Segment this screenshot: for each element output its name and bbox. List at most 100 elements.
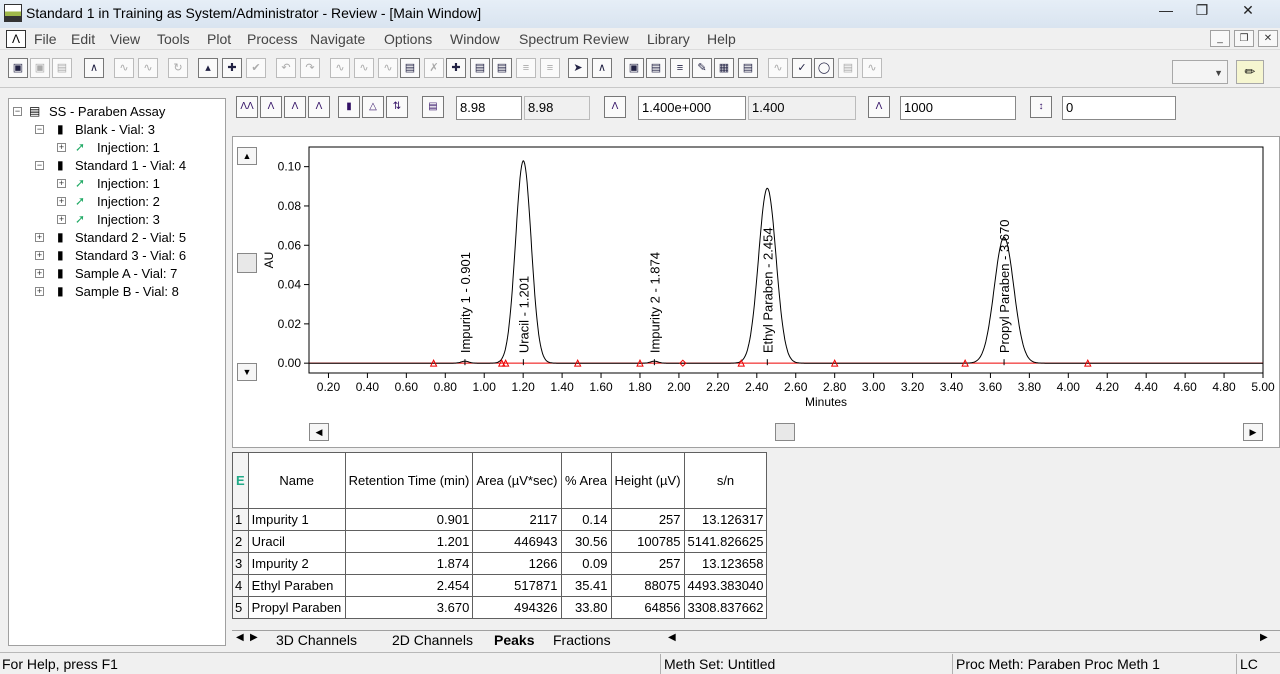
offset-view-icon[interactable]: ⇅	[386, 96, 408, 118]
cell-sn[interactable]: 4493.383040	[683, 574, 768, 597]
refresh-icon[interactable]: ↻	[168, 58, 188, 78]
bar-view-icon[interactable]: ▮	[338, 96, 360, 118]
tab-2d-channels[interactable]: 2D Channels	[392, 632, 473, 648]
expand-icon[interactable]: +	[35, 233, 44, 242]
delete-peak-icon[interactable]: ✗	[424, 58, 444, 78]
edit-method-icon[interactable]: ✎	[692, 58, 712, 78]
add-peak-icon[interactable]: ✚	[446, 58, 466, 78]
peak-end-icon[interactable]: ∿	[354, 58, 374, 78]
tab-peaks[interactable]: Peaks	[494, 632, 534, 648]
cell-area[interactable]: 446943	[472, 530, 562, 553]
threshold-field[interactable]: 1000	[900, 96, 1016, 120]
menu-tools[interactable]: Tools	[157, 31, 190, 47]
tab-3d-channels[interactable]: 3D Channels	[276, 632, 357, 648]
y-scale-icon[interactable]: Λ	[604, 96, 626, 118]
expand-icon[interactable]: +	[35, 251, 44, 260]
save-all-icon[interactable]: ▣	[30, 58, 50, 78]
restore-icon[interactable]: ❐	[1188, 0, 1216, 22]
channel-combo[interactable]: ▼	[1172, 60, 1228, 84]
quantitate-icon[interactable]: ∿	[138, 58, 158, 78]
header-retention-time[interactable]: Retention Time (min)	[344, 452, 474, 509]
scroll-left-icon[interactable]: ◀	[309, 423, 329, 441]
cell-rt[interactable]: 1.201	[344, 530, 474, 553]
mdi-restore-icon[interactable]: ❐	[1234, 30, 1254, 47]
table-row[interactable]: 1 Impurity 1 0.901 2117 0.14 257 13.1263…	[232, 508, 768, 531]
menu-plot[interactable]: Plot	[207, 31, 231, 47]
cell-rt[interactable]: 2.454	[344, 574, 474, 597]
check-icon[interactable]: ✓	[792, 58, 812, 78]
table-scroll-right-icon[interactable]: ▶	[1260, 632, 1268, 643]
peak-view-icon[interactable]: △	[362, 96, 384, 118]
printer-icon[interactable]: ▤	[838, 58, 858, 78]
cell-rt[interactable]: 1.874	[344, 552, 474, 575]
manual-integration-icon[interactable]: ✔	[246, 58, 266, 78]
cell-rt[interactable]: 3.670	[344, 596, 474, 619]
cell-sn[interactable]: 13.123658	[683, 552, 768, 575]
menu-library[interactable]: Library	[647, 31, 690, 47]
chart-zoom-icon[interactable]: ▴	[198, 58, 218, 78]
cell-name[interactable]: Uracil	[247, 530, 346, 553]
spectrum-icon[interactable]: ∿	[768, 58, 788, 78]
minimize-icon[interactable]: —	[1152, 0, 1180, 22]
cell-height[interactable]: 88075	[610, 574, 685, 597]
mdi-close-icon[interactable]: ✕	[1258, 30, 1278, 47]
cell-pct[interactable]: 33.80	[560, 596, 612, 619]
save-icon[interactable]: ▣	[8, 58, 28, 78]
header-sn[interactable]: s/n	[683, 452, 768, 509]
menu-view[interactable]: View	[110, 31, 140, 47]
cell-pct[interactable]: 0.14	[560, 508, 612, 531]
cell-area[interactable]: 2117	[472, 508, 562, 531]
cell-name[interactable]: Propyl Paraben	[247, 596, 346, 619]
chromatogram-chart[interactable]: 0.00 0.02 0.04 0.06 0.08 0.10 0.20 0.40 0.60 0.80…	[233, 137, 1279, 447]
tab-scroll-left-icon[interactable]: ◀	[236, 632, 244, 643]
mdi-minimize-icon[interactable]: _	[1210, 30, 1230, 47]
graph-window-icon[interactable]: ▤	[738, 58, 758, 78]
y-scale-field[interactable]: 1.400e+000	[638, 96, 746, 120]
window-icon[interactable]: ▣	[624, 58, 644, 78]
table-row[interactable]: 2 Uracil 1.201 446943 30.56 100785 5141.…	[232, 530, 768, 553]
goto-icon[interactable]: ➤	[568, 58, 588, 78]
collapse-icon[interactable]: −	[35, 161, 44, 170]
table-corner-icon[interactable]: E	[232, 452, 249, 509]
calibrate-icon[interactable]: ∿	[114, 58, 134, 78]
offset-field[interactable]: 0	[1062, 96, 1176, 120]
inject-icon[interactable]: ✚	[222, 58, 242, 78]
cell-name[interactable]: Impurity 2	[247, 552, 346, 575]
menu-navigate[interactable]: Navigate	[310, 31, 365, 47]
expand-icon[interactable]: +	[35, 287, 44, 296]
zoom-box-icon[interactable]: Λ	[308, 96, 330, 118]
paste-icon[interactable]: ▤	[492, 58, 512, 78]
document-icon[interactable]: Λ	[6, 30, 26, 48]
expand-icon[interactable]: +	[57, 215, 66, 224]
close-icon[interactable]: ✕	[1234, 0, 1262, 22]
cell-name[interactable]: Ethyl Paraben	[247, 574, 346, 597]
scroll-right-icon[interactable]: ▶	[1243, 423, 1263, 441]
eraser-icon[interactable]: ✏	[1236, 60, 1264, 84]
peak-start-icon[interactable]: ∿	[330, 58, 350, 78]
header-name[interactable]: Name	[247, 452, 346, 509]
cell-area[interactable]: 494326	[472, 596, 562, 619]
header-height[interactable]: Height (µV)	[610, 452, 685, 509]
zoom-y-icon[interactable]: Λ	[284, 96, 306, 118]
threshold-icon[interactable]: Λ	[868, 96, 890, 118]
list-icon[interactable]: ≡	[670, 58, 690, 78]
expand-icon[interactable]: +	[57, 179, 66, 188]
cell-area[interactable]: 1266	[472, 552, 562, 575]
collapse-icon[interactable]: −	[35, 125, 44, 134]
cell-height[interactable]: 257	[610, 508, 685, 531]
cascade-icon[interactable]: ▤	[646, 58, 666, 78]
cell-sn[interactable]: 13.126317	[683, 508, 768, 531]
peak-split-icon[interactable]: ∿	[378, 58, 398, 78]
cell-height[interactable]: 64856	[610, 596, 685, 619]
cell-name[interactable]: Impurity 1	[247, 508, 346, 531]
x-scale-icon[interactable]: ▤	[422, 96, 444, 118]
menu-options[interactable]: Options	[384, 31, 432, 47]
cell-sn[interactable]: 5141.826625	[683, 530, 768, 553]
cell-pct[interactable]: 35.41	[560, 574, 612, 597]
header-pct-area[interactable]: % Area	[560, 452, 612, 509]
cell-height[interactable]: 257	[610, 552, 685, 575]
redo-icon[interactable]: ↷	[300, 58, 320, 78]
cell-height[interactable]: 100785	[610, 530, 685, 553]
database-icon[interactable]: ◯	[814, 58, 834, 78]
table-row[interactable]: 5 Propyl Paraben 3.670 494326 33.80 6485…	[232, 596, 768, 619]
